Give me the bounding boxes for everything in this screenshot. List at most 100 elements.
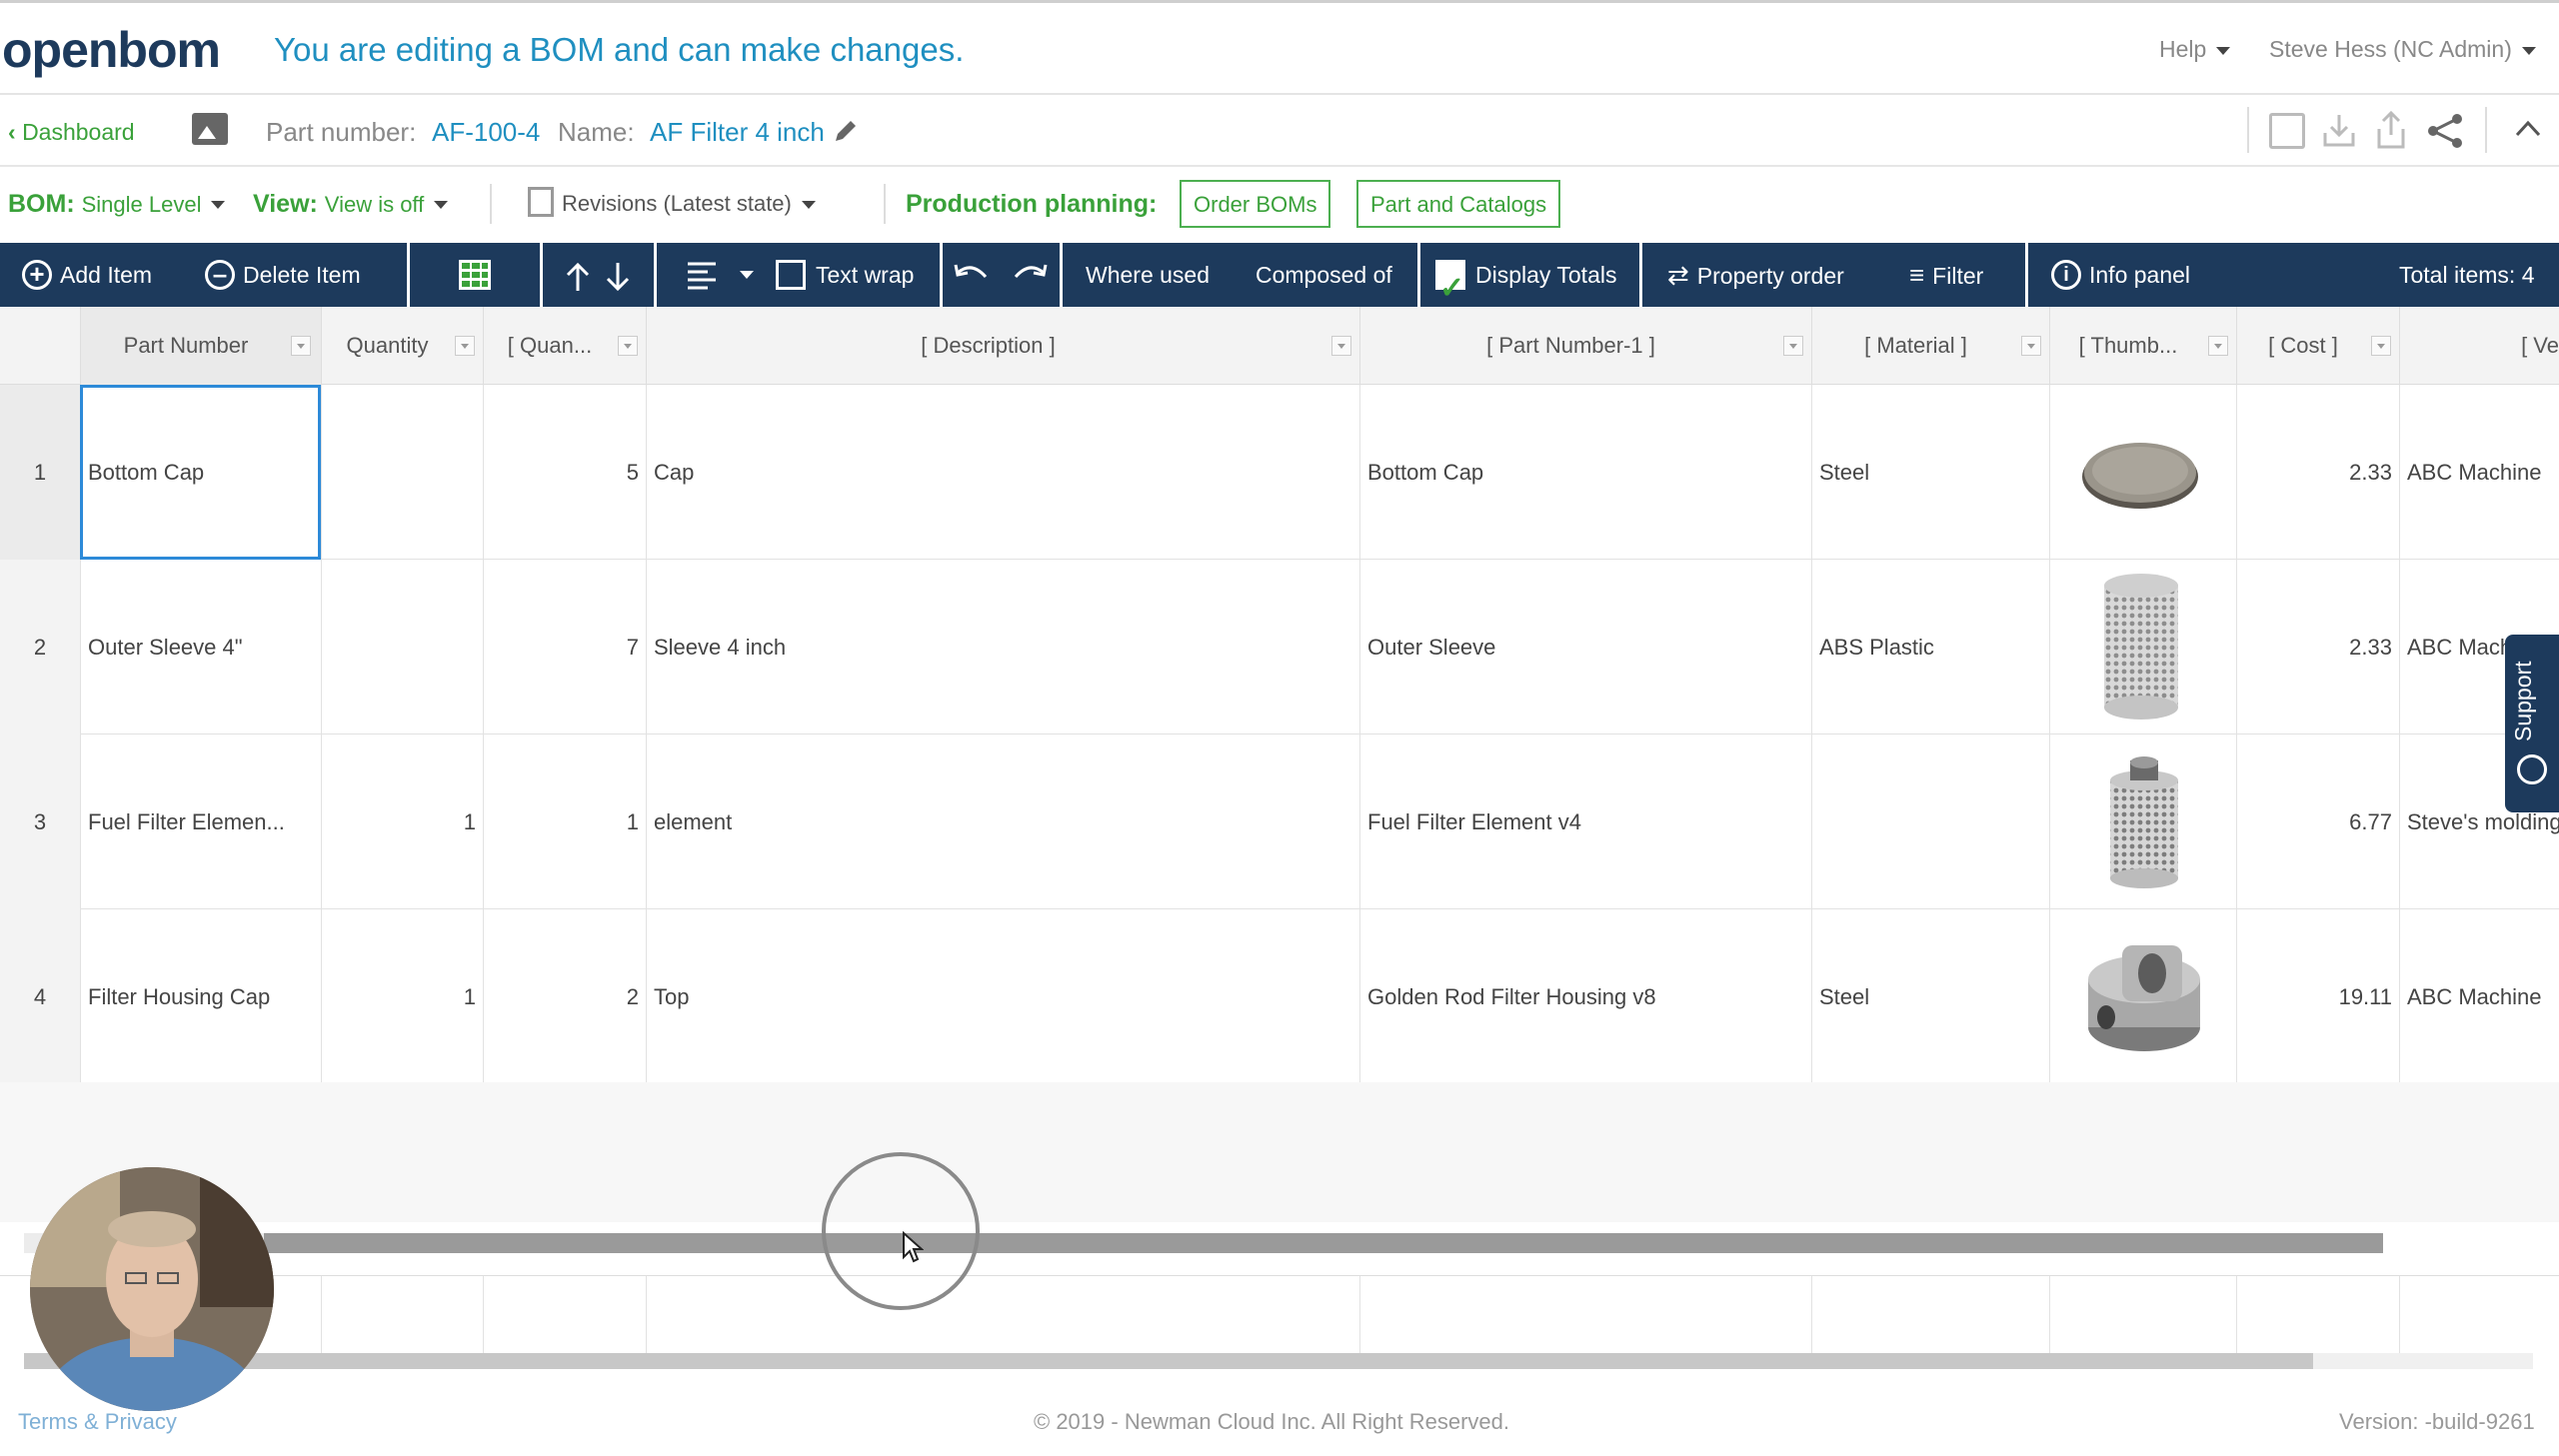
column-header-cost[interactable]: [ Cost ]: [2236, 307, 2399, 385]
cell-quantity[interactable]: [321, 385, 483, 560]
totals-scrollbar[interactable]: [24, 1353, 2533, 1369]
column-filter-icon[interactable]: [1331, 336, 1351, 356]
undo-icon[interactable]: [954, 263, 990, 289]
download-icon[interactable]: [2319, 111, 2359, 151]
cell-quan[interactable]: 5: [483, 385, 646, 560]
cell-cost[interactable]: 2.33: [2236, 385, 2399, 560]
cell-description[interactable]: element: [646, 734, 1359, 909]
cell-part-number[interactable]: Outer Sleeve 4": [80, 560, 321, 734]
composed-of-button[interactable]: Composed of: [1256, 243, 1392, 307]
property-order-button[interactable]: ⇄ Property order: [1667, 243, 1844, 307]
part-number-label: Part number:: [266, 117, 417, 147]
order-boms-button[interactable]: Order BOMs: [1180, 180, 1331, 228]
cell-quantity[interactable]: 1: [321, 909, 483, 1084]
cell-part-number[interactable]: Bottom Cap: [80, 385, 321, 560]
info-panel-button[interactable]: i Info panel: [2051, 243, 2190, 307]
cell-quan[interactable]: 2: [483, 909, 646, 1084]
collapse-chevron-icon[interactable]: [2513, 117, 2543, 141]
cell-quantity[interactable]: [321, 560, 483, 734]
view-selector[interactable]: View: View is off: [253, 190, 449, 219]
horizontal-scrollbar[interactable]: [24, 1233, 2383, 1253]
text-wrap-toggle[interactable]: Text wrap: [776, 243, 914, 307]
cell-material[interactable]: Steel: [1811, 909, 2049, 1084]
cell-thumbnail[interactable]: [2049, 385, 2236, 560]
column-filter-icon[interactable]: [455, 336, 475, 356]
toolbar-divider: [1417, 243, 1420, 307]
cell-quan[interactable]: 1: [483, 734, 646, 909]
support-tab[interactable]: Support: [2505, 635, 2559, 812]
terms-privacy-link[interactable]: Terms & Privacy: [18, 1409, 177, 1435]
scrollbar-thumb[interactable]: [24, 1353, 2313, 1369]
pencil-icon[interactable]: [832, 117, 860, 145]
user-menu[interactable]: Steve Hess (NC Admin): [2269, 36, 2536, 63]
openbom-logo[interactable]: openbom: [2, 21, 221, 79]
redo-icon[interactable]: [1012, 263, 1048, 289]
column-header-vendor[interactable]: [ Ve: [2399, 307, 2559, 385]
chevron-down-icon[interactable]: [740, 271, 754, 279]
export-icon[interactable]: [2371, 109, 2411, 151]
cell-thumbnail[interactable]: [2049, 734, 2236, 909]
totals-cell: [1359, 1276, 1360, 1354]
cell-thumbnail[interactable]: [2049, 909, 2236, 1084]
share-icon[interactable]: [2425, 111, 2465, 151]
cell-part-number[interactable]: Filter Housing Cap: [80, 909, 321, 1084]
move-down-icon[interactable]: [604, 261, 632, 293]
column-filter-icon[interactable]: [2208, 336, 2228, 356]
column-filter-icon[interactable]: [618, 336, 638, 356]
cell-quantity[interactable]: 1: [321, 734, 483, 909]
bottom-cap-thumbnail: [2082, 443, 2198, 509]
cell-part-number-1[interactable]: Fuel Filter Element v4: [1359, 734, 1811, 909]
cell-cost[interactable]: 2.33: [2236, 560, 2399, 734]
delete-item-button[interactable]: – Delete Item: [205, 243, 361, 307]
column-header-description[interactable]: [ Description ]: [646, 307, 1359, 385]
cell-part-number[interactable]: Fuel Filter Elemen...: [80, 734, 321, 909]
cell-material[interactable]: ABS Plastic: [1811, 560, 2049, 734]
column-header-part-number[interactable]: Part Number: [80, 307, 321, 385]
table-row[interactable]: 4 Filter Housing Cap 1 2 Top Golden Rod …: [0, 909, 2559, 1084]
revisions-selector[interactable]: Revisions (Latest state): [528, 187, 816, 220]
column-header-part-number-1[interactable]: [ Part Number-1 ]: [1359, 307, 1811, 385]
cell-cost[interactable]: 19.11: [2236, 909, 2399, 1084]
column-header-material[interactable]: [ Material ]: [1811, 307, 2049, 385]
where-used-button[interactable]: Where used: [1086, 243, 1210, 307]
presenter-video-image: [30, 1167, 274, 1411]
image-icon[interactable]: [192, 113, 228, 145]
view-label: View:: [253, 190, 318, 218]
align-icon[interactable]: [686, 261, 718, 291]
move-up-icon[interactable]: [564, 261, 592, 293]
header-row-number: [0, 307, 80, 385]
grid-view-icon[interactable]: [458, 259, 492, 291]
cell-thumbnail[interactable]: [2049, 560, 2236, 734]
table-row[interactable]: 2 Outer Sleeve 4" 7 Sleeve 4 inch Outer …: [0, 560, 2559, 734]
column-filter-icon[interactable]: [2371, 336, 2391, 356]
column-header-quantity[interactable]: Quantity: [321, 307, 483, 385]
table-row[interactable]: 3 Fuel Filter Elemen... 1 1 element Fuel…: [0, 734, 2559, 909]
filter-button[interactable]: ≡ Filter: [1909, 243, 1983, 307]
add-item-button[interactable]: + Add Item: [22, 243, 152, 307]
cell-material[interactable]: [1811, 734, 2049, 909]
cell-vendor[interactable]: ABC Machine: [2399, 385, 2559, 560]
part-catalogs-button[interactable]: Part and Catalogs: [1356, 180, 1561, 228]
table-row[interactable]: 1 Bottom Cap 5 Cap Bottom Cap Steel 2.33…: [0, 385, 2559, 560]
column-header-quan[interactable]: [ Quan...: [483, 307, 646, 385]
cell-material[interactable]: Steel: [1811, 385, 2049, 560]
scrollbar-thumb[interactable]: [264, 1233, 2383, 1253]
cell-quan[interactable]: 7: [483, 560, 646, 734]
display-totals-toggle[interactable]: Display Totals: [1435, 243, 1616, 321]
column-filter-icon[interactable]: [2021, 336, 2041, 356]
cell-description[interactable]: Sleeve 4 inch: [646, 560, 1359, 734]
cell-part-number-1[interactable]: Outer Sleeve: [1359, 560, 1811, 734]
document-icon[interactable]: [2269, 113, 2305, 149]
help-menu[interactable]: Help: [2159, 36, 2231, 63]
cell-part-number-1[interactable]: Golden Rod Filter Housing v8: [1359, 909, 1811, 1084]
dashboard-link[interactable]: ‹ Dashboard: [8, 119, 135, 146]
cell-cost[interactable]: 6.77: [2236, 734, 2399, 909]
column-filter-icon[interactable]: [291, 336, 311, 356]
cell-description[interactable]: Top: [646, 909, 1359, 1084]
cell-description[interactable]: Cap: [646, 385, 1359, 560]
column-filter-icon[interactable]: [1783, 336, 1803, 356]
cell-part-number-1[interactable]: Bottom Cap: [1359, 385, 1811, 560]
column-header-thumbnail[interactable]: [ Thumb...: [2049, 307, 2236, 385]
cell-vendor[interactable]: ABC Machine: [2399, 909, 2559, 1084]
bom-type-selector[interactable]: BOM: Single Level: [8, 190, 226, 219]
